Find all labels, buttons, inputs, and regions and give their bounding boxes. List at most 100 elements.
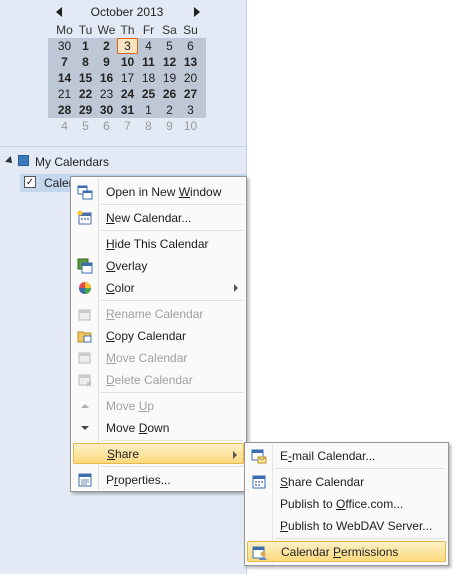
menu-item-label: Overlay [106, 259, 148, 273]
weekday-header: Sa [162, 23, 177, 37]
next-month-row: 4 5 6 7 8 9 10 [54, 118, 201, 134]
menu-item-rename-calendar[interactable]: Rename Calendar [73, 303, 244, 324]
date-cell[interactable]: 7 [117, 118, 138, 134]
date-cell[interactable]: 22 [75, 86, 96, 102]
date-cell[interactable]: 20 [180, 70, 201, 86]
menu-separator [101, 300, 243, 301]
date-cell[interactable]: 30 [54, 38, 75, 54]
date-cell[interactable]: 6 [96, 118, 117, 134]
date-cell[interactable]: 12 [159, 54, 180, 70]
copy-calendar-icon [77, 331, 92, 343]
weekday-header: Th [120, 23, 135, 37]
submenu-arrow-icon [233, 451, 237, 459]
date-cell[interactable]: 25 [138, 86, 159, 102]
menu-item-color[interactable]: Color [73, 277, 244, 298]
menu-item-label: New Calendar... [106, 211, 192, 225]
date-cell[interactable]: 16 [96, 70, 117, 86]
date-cell[interactable]: 30 [96, 102, 117, 118]
menu-item-label: Delete Calendar [106, 373, 193, 387]
email-calendar-icon [251, 449, 267, 464]
date-cell[interactable]: 8 [75, 54, 96, 70]
date-cell[interactable]: 17 [117, 70, 138, 86]
next-month-icon[interactable] [194, 7, 200, 17]
my-calendars-group[interactable]: My Calendars [0, 152, 246, 172]
month-title: October 2013 [90, 5, 164, 19]
date-cell[interactable]: 11 [138, 54, 159, 70]
menu-item-label: Color [106, 281, 135, 295]
date-navigator-header: October 2013 [48, 4, 206, 22]
date-cell[interactable]: 7 [54, 54, 75, 70]
date-cell[interactable]: 4 [54, 118, 75, 134]
menu-item-label: Hide This Calendar [106, 237, 209, 251]
menu-separator [275, 538, 445, 539]
submenu-item-publish-webdav[interactable]: Publish to WebDAV Server... [247, 515, 446, 536]
properties-icon [78, 473, 92, 487]
date-cell[interactable]: 21 [54, 86, 75, 102]
calendar-checkbox[interactable]: ✓ [24, 176, 36, 188]
date-cell[interactable]: 26 [159, 86, 180, 102]
weekday-header: Fr [142, 23, 155, 37]
delete-calendar-icon [78, 374, 92, 387]
date-cell[interactable]: 10 [180, 118, 201, 134]
menu-item-overlay[interactable]: Overlay [73, 255, 244, 276]
date-cell[interactable]: 6 [180, 38, 201, 54]
date-cell[interactable]: 18 [138, 70, 159, 86]
date-cell[interactable]: 3 [180, 102, 201, 118]
menu-item-open-in-new-window[interactable]: Open in New Window [73, 181, 244, 202]
date-cell[interactable]: 31 [117, 102, 138, 118]
submenu-item-publish-office[interactable]: Publish to Office.com... [247, 493, 446, 514]
submenu-item-email-calendar[interactable]: E-mail Calendar... [247, 445, 446, 466]
today-date-cell[interactable]: 3 [117, 38, 138, 54]
color-icon [79, 282, 91, 294]
collapse-arrow-icon[interactable] [5, 156, 15, 166]
move-down-icon [81, 426, 89, 430]
date-cell[interactable]: 8 [138, 118, 159, 134]
date-cell[interactable]: 14 [54, 70, 75, 86]
calendar-permissions-icon [252, 546, 267, 560]
date-cell[interactable]: 24 [117, 86, 138, 102]
date-cell[interactable]: 2 [96, 38, 117, 54]
date-cell[interactable]: 1 [75, 38, 96, 54]
date-cell[interactable]: 4 [138, 38, 159, 54]
submenu-item-share-calendar[interactable]: Share Calendar [247, 471, 446, 492]
open-window-icon [77, 185, 93, 200]
week-row: 4 5 6 7 8 9 10 [54, 118, 201, 134]
new-calendar-icon [77, 210, 92, 225]
date-cell[interactable]: 1 [138, 102, 159, 118]
date-cell[interactable]: 9 [96, 54, 117, 70]
menu-item-move-down[interactable]: Move Down [73, 417, 244, 438]
week-row: 14 15 16 17 18 19 20 [54, 70, 201, 86]
menu-item-label: Publish to WebDAV Server... [280, 519, 433, 533]
date-cell[interactable]: 28 [54, 102, 75, 118]
date-cell[interactable]: 23 [96, 86, 117, 102]
date-cell[interactable]: 15 [75, 70, 96, 86]
share-submenu: E-mail Calendar... Share Calendar Publis… [244, 442, 449, 566]
date-cell[interactable]: 5 [159, 38, 180, 54]
menu-item-copy-calendar[interactable]: Copy Calendar [73, 325, 244, 346]
submenu-item-calendar-permissions[interactable]: Calendar Permissions [247, 541, 446, 562]
date-navigator-grid: 30 1 2 3 4 5 6 7 8 9 10 11 12 13 14 15 16 17 18 19 20 21 22 23 2… [54, 38, 201, 118]
overlay-icon [77, 258, 93, 274]
menu-item-label: Move Down [106, 421, 170, 435]
date-cell[interactable]: 13 [180, 54, 201, 70]
menu-item-new-calendar[interactable]: New Calendar... [73, 207, 244, 228]
menu-item-label: Properties... [106, 473, 171, 487]
move-up-icon [81, 404, 89, 408]
date-cell[interactable]: 27 [180, 86, 201, 102]
menu-item-properties[interactable]: Properties... [73, 469, 244, 490]
menu-item-share[interactable]: Share [73, 443, 244, 464]
date-cell[interactable]: 9 [159, 118, 180, 134]
date-cell[interactable]: 19 [159, 70, 180, 86]
week-row: 28 29 30 31 1 2 3 [54, 102, 201, 118]
date-cell[interactable]: 10 [117, 54, 138, 70]
menu-item-move-up[interactable]: Move Up [73, 395, 244, 416]
date-cell[interactable]: 5 [75, 118, 96, 134]
context-menu: Open in New Window New Calendar... Hide … [70, 176, 247, 492]
date-cell[interactable]: 2 [159, 102, 180, 118]
menu-item-move-calendar[interactable]: Move Calendar [73, 347, 244, 368]
menu-item-label: Copy Calendar [106, 329, 187, 343]
menu-item-delete-calendar[interactable]: Delete Calendar [73, 369, 244, 390]
date-cell[interactable]: 29 [75, 102, 96, 118]
menu-item-hide-this-calendar[interactable]: Hide This Calendar [73, 233, 244, 254]
calendar-group-icon [18, 155, 29, 166]
